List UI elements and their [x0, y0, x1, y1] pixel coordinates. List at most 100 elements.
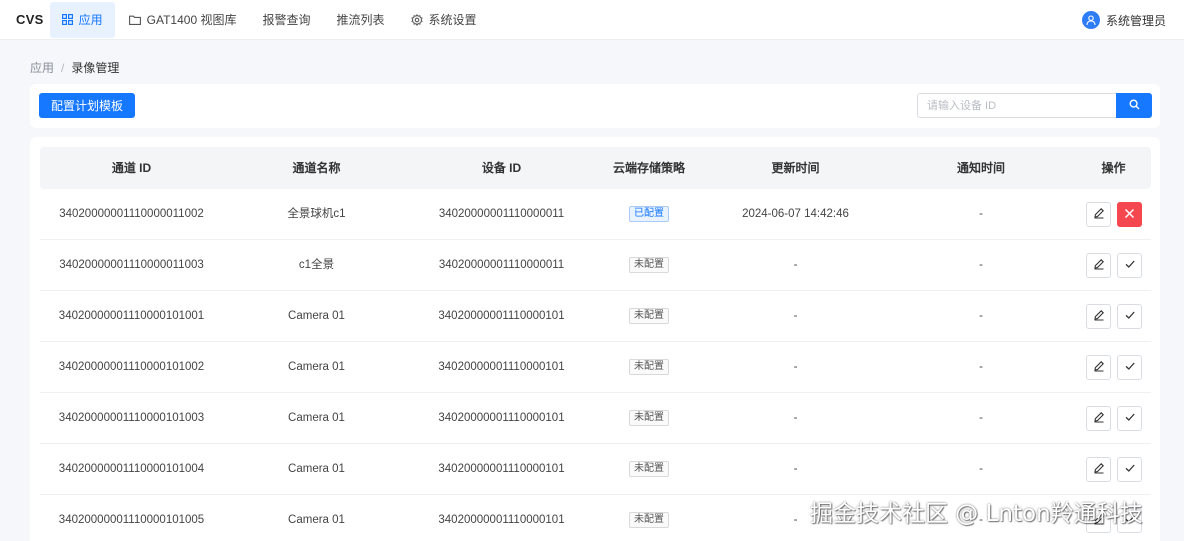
cell-device-id: 34020000001110000101 [438, 412, 565, 424]
cell-channel-id: 34020000001110000101005 [58, 514, 205, 526]
top-nav: CVS 应用 GAT1400 视图库 报警查询 推流列表 系统设置 系统管理员 [0, 0, 1184, 40]
table-row: 34020000001110000101003 Camera 01 34020000… [40, 393, 1151, 444]
breadcrumb-root[interactable]: 应用 [30, 59, 54, 76]
cell-channel-name: Camera 01 [288, 361, 345, 373]
cell-channel-name: Camera 01 [288, 463, 345, 475]
cell-device-id: 34020000001110000011 [438, 259, 565, 271]
table-row: 34020000001110000011003 c1全景 3402000000111… [40, 240, 1151, 291]
apply-policy-button[interactable] [1117, 406, 1142, 431]
edit-icon [1093, 308, 1105, 326]
column-header-channel-name: 通道名称 [292, 161, 341, 175]
edit-icon [1093, 359, 1105, 377]
edit-button[interactable] [1086, 304, 1111, 329]
breadcrumb-separator: / [61, 60, 65, 75]
user-avatar-icon [1081, 11, 1100, 29]
remove-policy-button[interactable] [1117, 202, 1142, 227]
table-row: 34020000001110000101001 Camera 01 34020000… [40, 291, 1151, 342]
nav-item-alarm-query[interactable]: 报警查询 [250, 2, 322, 38]
cell-channel-name: Camera 01 [288, 412, 345, 424]
cell-notify-time: - [979, 310, 983, 322]
cell-cloud-policy: 未配置 [593, 240, 705, 291]
nav-item-label: 应用 [78, 13, 103, 27]
cell-update-time: - [793, 310, 798, 322]
nav-item-gat1400[interactable]: GAT1400 视图库 [117, 2, 249, 38]
cell-update-time: - [793, 412, 798, 424]
cell-device-id: 34020000001110000101 [438, 463, 565, 475]
cell-device-id: 34020000001110000101 [438, 310, 565, 322]
cell-channel-id: 34020000001110000101003 [58, 412, 205, 424]
cell-channel-name: c1全景 [298, 259, 335, 271]
row-actions [1086, 189, 1148, 240]
folder-icon [128, 15, 141, 25]
check-icon [1124, 410, 1136, 428]
cell-update-time: 2024-06-07 14:42:46 [742, 208, 849, 220]
cell-notify-time: - [979, 259, 983, 271]
status-badge: 未配置 [629, 511, 669, 528]
cell-device-id: 34020000001110000011 [438, 208, 565, 220]
cell-notify-time: - [979, 361, 983, 373]
breadcrumb: 应用 / 录像管理 [30, 59, 119, 76]
edit-icon [1093, 257, 1105, 275]
cell-channel-id: 34020000001110000101001 [58, 310, 205, 322]
recording-table: 通道 ID 通道名称 设备 ID 云端存储策略 更新时间 通知时间 操作 340… [30, 137, 1160, 541]
row-actions [1086, 393, 1148, 444]
nav-item-label: 报警查询 [262, 13, 311, 27]
cell-cloud-policy: 未配置 [593, 495, 705, 541]
cell-cloud-policy: 已配置 [593, 189, 705, 240]
toolbar: 配置计划模板 [30, 84, 1160, 128]
column-header-channel-id: 通道 ID [111, 161, 152, 175]
cell-notify-time: - [979, 208, 983, 220]
grid-icon [61, 14, 73, 25]
edit-button[interactable] [1086, 355, 1111, 380]
status-badge: 未配置 [629, 460, 669, 477]
close-icon [1124, 206, 1135, 224]
cell-cloud-policy: 未配置 [593, 291, 705, 342]
cell-device-id: 34020000001110000101 [438, 361, 565, 373]
cell-channel-name: Camera 01 [288, 514, 345, 526]
watermark: 掘金技术社区 @ Lnton羚通科技 [810, 501, 1143, 527]
apply-policy-button[interactable] [1117, 355, 1142, 380]
config-plan-template-button[interactable]: 配置计划模板 [39, 93, 136, 118]
table-row: 34020000001110000101002 Camera 01 34020000… [40, 342, 1151, 393]
nav-item-apps[interactable]: 应用 [49, 1, 115, 38]
edit-button[interactable] [1086, 202, 1111, 227]
user-menu[interactable]: 系统管理员 [1081, 0, 1166, 40]
edit-button[interactable] [1086, 457, 1111, 482]
nav-item-settings[interactable]: 系统设置 [399, 2, 489, 38]
cell-notify-time: - [979, 463, 983, 475]
user-name: 系统管理员 [1105, 13, 1166, 28]
column-header-actions: 操作 [1101, 161, 1126, 175]
device-id-search-input[interactable] [917, 93, 1117, 118]
apply-policy-button[interactable] [1117, 457, 1142, 482]
row-actions [1086, 342, 1148, 393]
edit-icon [1093, 206, 1105, 224]
check-icon [1124, 461, 1136, 479]
status-badge: 已配置 [629, 205, 669, 222]
apply-policy-button[interactable] [1117, 253, 1142, 278]
column-header-notify-time: 通知时间 [956, 161, 1005, 175]
apply-policy-button[interactable] [1117, 304, 1142, 329]
cell-cloud-policy: 未配置 [593, 444, 705, 495]
cell-channel-name: 全景球机c1 [287, 208, 346, 220]
cell-update-time: - [793, 259, 798, 271]
edit-button[interactable] [1086, 406, 1111, 431]
search-icon [1128, 97, 1140, 115]
status-badge: 未配置 [629, 409, 669, 426]
cell-device-id: 34020000001110000101 [438, 514, 565, 526]
cell-channel-id: 34020000001110000011002 [59, 208, 204, 220]
brand-logo[interactable]: CVS [16, 12, 44, 27]
nav-item-label: 系统设置 [428, 13, 477, 27]
cell-cloud-policy: 未配置 [593, 393, 705, 444]
breadcrumb-current: 录像管理 [71, 61, 120, 75]
column-header-update-time: 更新时间 [771, 161, 820, 175]
edit-icon [1093, 410, 1105, 428]
cell-notify-time: - [979, 412, 983, 424]
search-button[interactable] [1116, 93, 1152, 118]
check-icon [1124, 359, 1136, 377]
edit-button[interactable] [1086, 253, 1111, 278]
nav-item-stream-list[interactable]: 推流列表 [324, 2, 396, 38]
table-header: 通道 ID 通道名称 设备 ID 云端存储策略 更新时间 通知时间 操作 [40, 147, 1151, 189]
status-badge: 未配置 [629, 256, 669, 273]
cell-cloud-policy: 未配置 [593, 342, 705, 393]
table-row: 34020000001110000011002 全景球机c1 34020000001… [40, 189, 1151, 240]
